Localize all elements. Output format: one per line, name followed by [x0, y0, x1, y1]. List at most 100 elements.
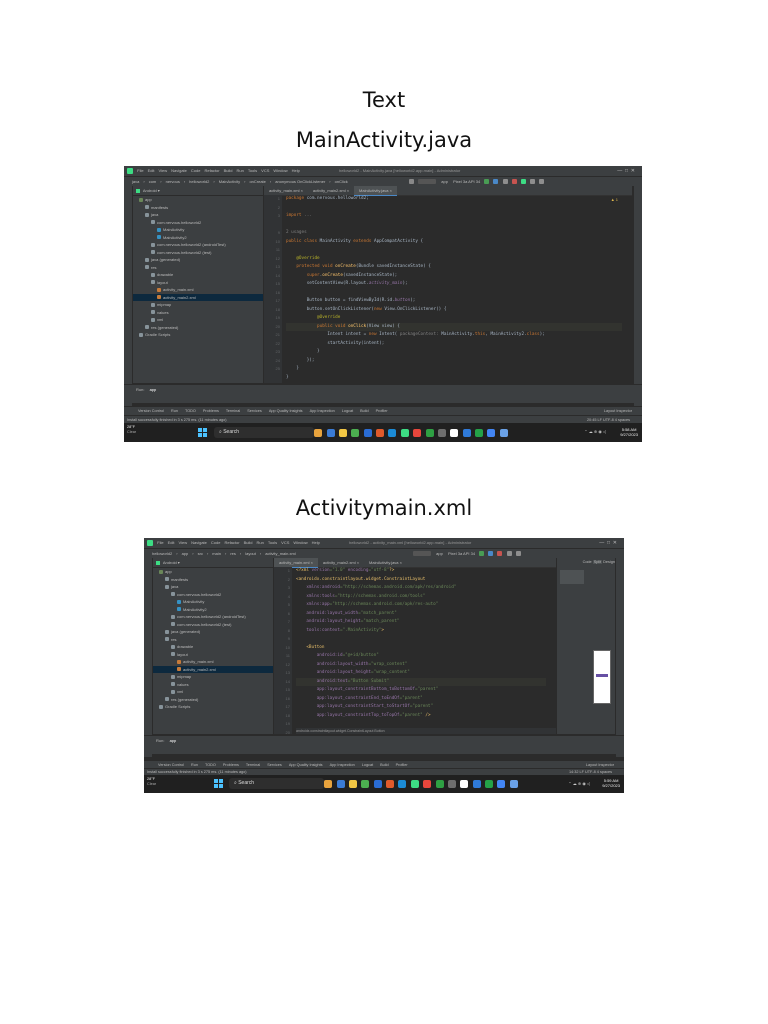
bottom-tab-app-quality-insights[interactable]: App Quality Insights [289, 763, 323, 767]
taskbar-app-icon[interactable] [376, 428, 385, 437]
breadcrumb-item[interactable]: nervous [166, 179, 180, 184]
tree-item[interactable]: java [133, 211, 263, 219]
bottom-tab-problems[interactable]: Problems [223, 763, 239, 767]
weather-widget[interactable]: 28°F Clear [127, 425, 136, 435]
code-line[interactable]: <Button [296, 644, 546, 653]
bottom-tab-logcat[interactable]: Logcat [342, 409, 353, 413]
menu-item-vcs[interactable]: VCS [281, 540, 289, 545]
windows-start-icon[interactable] [198, 428, 207, 437]
taskbar-app-icon[interactable] [413, 428, 422, 437]
code-line[interactable]: app:layout_constraintBottom_toBottomOf="… [296, 686, 546, 695]
menu-item-view[interactable]: View [178, 540, 187, 545]
taskbar-app-icon[interactable] [497, 780, 506, 788]
taskbar-search[interactable]: ⌕ Search [229, 778, 324, 789]
bottom-tab-app-inspection[interactable]: App Inspection [330, 763, 355, 767]
settings-icon[interactable] [515, 551, 521, 557]
taskbar-app-icon[interactable] [326, 428, 335, 437]
window-controls[interactable]: — □ ✕ [599, 538, 617, 548]
menu-item-view[interactable]: View [158, 168, 167, 173]
weather-widget[interactable]: 28°F Clear [147, 777, 156, 787]
tree-item[interactable]: manifests [153, 576, 273, 584]
project-tree[interactable]: app manifests java com.nervous.helloworld2 M… [133, 196, 263, 339]
taskbar-app-icon[interactable] [386, 780, 395, 788]
tree-item[interactable]: Gradle Scripts [133, 331, 263, 339]
code-line[interactable]: public void onClick(View view) { [286, 322, 622, 331]
bottom-tab-build[interactable]: Build [380, 763, 388, 767]
bottom-tab-version-control[interactable]: Version Control [138, 409, 164, 413]
menu-items[interactable]: File Edit View Navigate Code Refactor Build Run… [137, 168, 304, 173]
breadcrumb-item[interactable]: onClick [335, 179, 348, 184]
menu-item-edit[interactable]: Edit [148, 168, 155, 173]
tree-item[interactable]: MainActivity [133, 226, 263, 234]
tree-item[interactable]: com.nervous.helloworld2 (androidTest) [153, 613, 273, 621]
run-icon[interactable] [479, 551, 485, 557]
tree-item[interactable]: activity_main2.xml [153, 665, 273, 673]
system-tray[interactable]: ⌃ ☁ ⊕ ◉ ◁ [568, 781, 590, 786]
device-selector[interactable]: Pixel 3a API 34 [448, 551, 475, 556]
code-line[interactable]: Button button = findViewById(R.id.button… [286, 297, 622, 306]
taskbar-app-icon[interactable] [487, 428, 496, 437]
code-line[interactable] [296, 635, 546, 644]
code-line[interactable]: @Override [286, 255, 622, 264]
tree-item[interactable]: activity_main2.xml [133, 293, 263, 301]
xml-breadcrumb[interactable]: androidx.constraintlayout.widget.Constra… [296, 728, 556, 734]
breadcrumb-item[interactable]: anonymous OnClickListener [275, 179, 325, 184]
run-app-tab[interactable]: app [170, 738, 177, 743]
menu-item-help[interactable]: Help [312, 540, 320, 545]
breadcrumb-item[interactable]: src [198, 551, 203, 556]
run-app-tab[interactable]: app [150, 387, 157, 392]
taskbar-app-icon[interactable] [509, 780, 518, 788]
tree-item[interactable]: com.nervous.helloworld2 [133, 219, 263, 227]
toolbar-actions[interactable]: app Pixel 3a API 34 [406, 177, 545, 186]
menu-item-navigate[interactable]: Navigate [191, 540, 207, 545]
breadcrumb-item[interactable]: activity_main.xml [265, 551, 295, 556]
code-line[interactable]: android:layout_height="wrap_content" [296, 669, 546, 678]
tree-item[interactable]: com.nervous.helloworld2 (androidTest) [133, 241, 263, 249]
taskbar-app-icon[interactable] [447, 780, 456, 788]
code-line[interactable]: @Override [286, 314, 622, 323]
taskbar-app-icon[interactable] [348, 780, 357, 788]
taskbar-clock[interactable]: 5:58 AM 9/27/2023 [620, 427, 638, 437]
code-editor[interactable]: activity_main.xml × activity_main2.xml × M… [274, 558, 556, 743]
taskbar-clock[interactable]: 5:59 AM 9/27/2023 [602, 778, 620, 788]
breadcrumb-item[interactable]: onCreate [249, 179, 265, 184]
bottom-tab-run[interactable]: Run [171, 409, 178, 413]
taskbar-search[interactable]: ⌕ Search [214, 427, 314, 438]
taskbar-app-icon[interactable] [425, 428, 434, 437]
tree-item[interactable]: res [153, 636, 273, 644]
taskbar-app-icon[interactable] [336, 780, 345, 788]
bottom-tab-terminal[interactable]: Terminal [226, 409, 240, 413]
code-line[interactable]: xmlns:tools="http://schemas.android.com/… [296, 593, 546, 602]
tree-item[interactable]: values [153, 681, 273, 689]
tab-activity-main2-xml[interactable]: activity_main2.xml × [308, 186, 354, 195]
tree-item[interactable]: com.nervous.helloworld2 (test) [133, 249, 263, 257]
code-line[interactable]: public class MainActivity extends AppCom… [286, 238, 622, 247]
tree-item[interactable]: java [153, 583, 273, 591]
menu-item-build[interactable]: Build [244, 540, 253, 545]
windows-start-icon[interactable] [214, 779, 223, 788]
run-icon[interactable] [484, 179, 490, 185]
menu-item-refactor[interactable]: Refactor [224, 540, 239, 545]
settings-icon[interactable] [539, 179, 545, 185]
tree-item[interactable]: layout [153, 651, 273, 659]
code-line[interactable] [286, 221, 622, 230]
tab-activity-main-xml[interactable]: activity_main.xml × [264, 186, 308, 195]
bottom-tab-app-quality-insights[interactable]: App Quality Insights [269, 409, 303, 413]
debug-icon[interactable] [493, 179, 499, 185]
tree-item[interactable]: drawable [133, 271, 263, 279]
tree-item[interactable]: activity_main.xml [153, 658, 273, 666]
system-tray[interactable]: ⌃ ☁ ⊕ ◉ ◁ [584, 429, 606, 434]
tree-item[interactable]: app [153, 568, 273, 576]
code-line[interactable]: android:layout_width="wrap_content" [296, 661, 546, 670]
taskbar-app-icon[interactable] [314, 428, 323, 437]
taskbar-app-icon[interactable] [462, 428, 471, 437]
tree-item[interactable]: MainActivity2 [133, 234, 263, 242]
stop-icon[interactable] [497, 551, 503, 557]
taskbar-app-icon[interactable] [361, 780, 370, 788]
taskbar-app-icon[interactable] [472, 780, 481, 788]
taskbar-app-icon[interactable] [475, 428, 484, 437]
taskbar-app-icon[interactable] [398, 780, 407, 788]
menu-item-window[interactable]: Window [293, 540, 307, 545]
taskbar-app-icon[interactable] [437, 428, 446, 437]
taskbar-app-icon[interactable] [400, 428, 409, 437]
